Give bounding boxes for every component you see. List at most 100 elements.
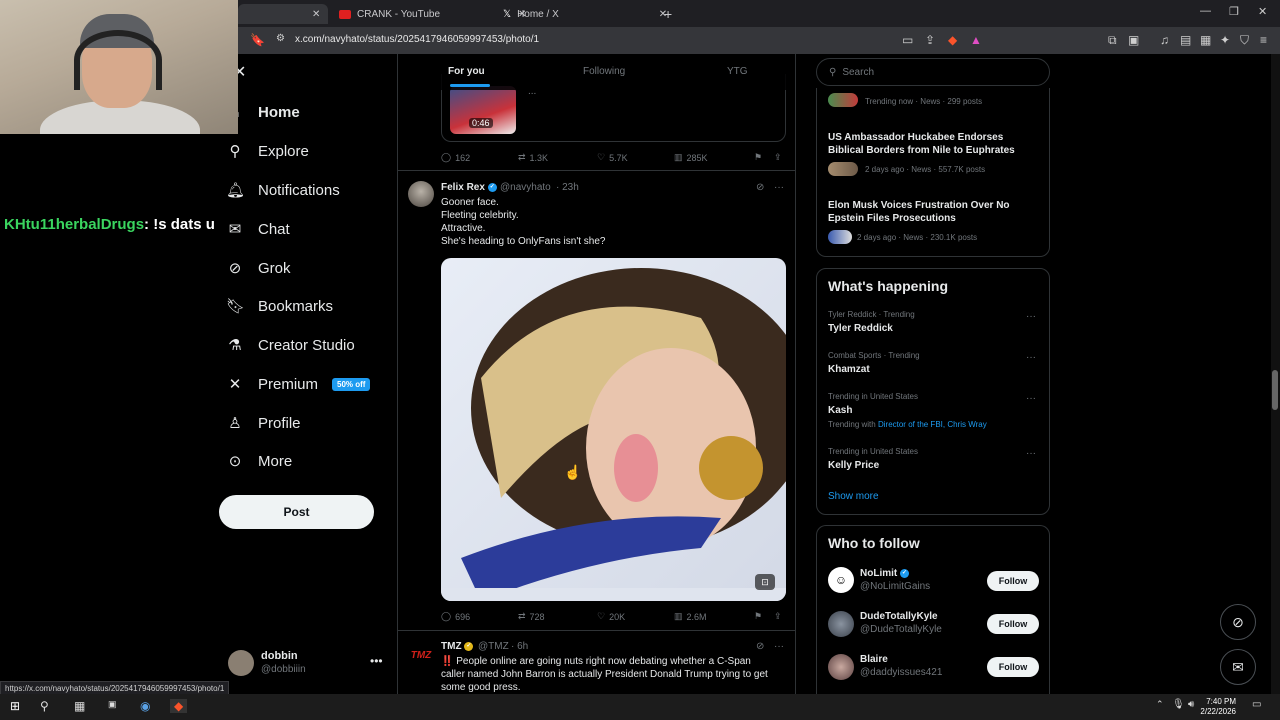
tray-chevron-icon[interactable]: ⌃ <box>1156 699 1164 710</box>
like-button[interactable]: ♡ 20K <box>597 611 625 622</box>
sidebar-item-more[interactable]: ⊙ More <box>226 446 292 476</box>
grok-icon[interactable]: ⊘ <box>756 641 764 652</box>
avatar[interactable]: TMZ <box>408 642 434 668</box>
leo-ai-icon[interactable]: ✦ <box>1220 33 1230 47</box>
account-name[interactable]: DudeTotallyKyle <box>860 610 938 623</box>
more-dots-icon[interactable]: ··· <box>1026 393 1036 404</box>
sidebar-item-grok[interactable]: ⊘ Grok <box>226 253 291 283</box>
more-dots-icon[interactable]: ••• <box>370 654 383 668</box>
scrollbar-thumb[interactable] <box>1272 370 1278 410</box>
trend-with-links[interactable]: Director of the FBI, Chris Wray <box>878 420 987 429</box>
microphone-icon[interactable]: 🎙︎ <box>1172 699 1185 710</box>
more-dots-icon[interactable]: ··· <box>774 641 784 652</box>
author-handle[interactable]: @navyhato <box>500 182 551 193</box>
tab-for-you[interactable]: For you <box>448 66 485 77</box>
share-icon[interactable]: ⇪ <box>774 611 782 622</box>
new-tab-icon[interactable]: + <box>664 4 672 24</box>
more-dots-icon[interactable]: ··· <box>1026 311 1036 322</box>
task-view-icon[interactable]: ▦ <box>74 699 85 713</box>
repost-button[interactable]: ⇄ 728 <box>518 611 545 622</box>
trend-name[interactable]: Khamzat <box>828 363 870 376</box>
extensions-icon[interactable]: ⧉ <box>1108 33 1117 48</box>
video-thumbnail[interactable]: 0:46 <box>450 86 516 134</box>
news-title[interactable]: Epstein Files Prosecutions <box>828 212 956 225</box>
news-title[interactable]: US Ambassador Huckabee Endorses <box>828 131 1003 144</box>
share-icon[interactable]: ⇪ <box>925 33 935 47</box>
wallet-icon[interactable]: ▣ <box>1128 33 1139 47</box>
reply-button[interactable]: ◯ 162 <box>441 152 470 163</box>
follow-button[interactable]: Follow <box>987 614 1039 634</box>
trend-name[interactable]: Kelly Price <box>828 459 879 472</box>
site-info-icon[interactable]: ⚙ <box>276 33 285 44</box>
url-field[interactable]: x.com/navyhato/status/202541794605999745… <box>295 34 539 45</box>
tab-active[interactable]: ✕ <box>238 4 328 24</box>
bookmark-page-icon[interactable]: 🔖 <box>250 33 265 47</box>
sidebar-item-chat[interactable]: ✉ Chat <box>226 214 290 244</box>
vpn-icon[interactable]: ⛉ <box>1240 33 1249 48</box>
views-button[interactable]: ▥ 2.6M <box>674 611 707 622</box>
volume-icon[interactable]: 🔊︎ <box>1188 699 1194 710</box>
like-button[interactable]: ♡ 5.7K <box>597 152 628 163</box>
news-title[interactable]: Biblical Borders from Nile to Euphrates <box>828 144 1015 157</box>
messages-fab-icon[interactable]: ✉ <box>1220 649 1256 685</box>
trend-name[interactable]: Tyler Reddick <box>828 322 893 335</box>
menu-icon[interactable]: ≡ <box>1260 33 1267 47</box>
search-input[interactable]: ⚲ Search <box>816 58 1050 86</box>
tab-x-home[interactable]: 𝕏 Home / X ✕ <box>503 4 667 24</box>
wallet-icon[interactable]: ▦ <box>1200 33 1211 47</box>
restore-icon[interactable]: ❐ <box>1229 5 1239 18</box>
brave-rewards-icon[interactable]: ▲ <box>970 33 982 47</box>
grok-fab-icon[interactable]: ⊘ <box>1220 604 1256 640</box>
account-name[interactable]: NoLimit ✓ <box>860 567 909 580</box>
close-tab-icon[interactable]: ✕ <box>312 9 320 20</box>
notifications-icon[interactable]: ▭ <box>1252 699 1261 710</box>
brave-shield-icon[interactable]: ◆ <box>948 33 957 47</box>
follow-button[interactable]: Follow <box>987 657 1039 677</box>
post-button[interactable]: Post <box>219 495 374 529</box>
sidebar-item-creator-studio[interactable]: ⚗ Creator Studio <box>226 330 354 360</box>
author-handle[interactable]: @TMZ <box>478 641 509 652</box>
minimize-icon[interactable]: — <box>1200 5 1211 17</box>
post-photo[interactable]: ⊡ <box>441 258 786 601</box>
more-dots-icon[interactable]: ··· <box>774 182 784 193</box>
account-name[interactable]: Blaire <box>860 653 888 666</box>
avatar[interactable]: ☺ <box>828 567 854 593</box>
brave-browser-icon[interactable]: ◆ <box>170 699 188 713</box>
trend-name[interactable]: Kash <box>828 404 852 417</box>
post-author[interactable]: Felix Rex ✓ <box>441 182 497 193</box>
account-switcher[interactable]: dobbin @dobbiiin ••• <box>226 648 386 680</box>
sidebar-item-profile[interactable]: ♙ Profile <box>226 408 300 438</box>
grok-icon[interactable]: ⊘ <box>756 182 764 193</box>
views-button[interactable]: ▥ 285K <box>674 152 708 163</box>
tab-following[interactable]: Following <box>583 66 625 77</box>
tab-youtube[interactable]: CRANK - YouTube ✕ <box>339 4 526 24</box>
alt-media-icon[interactable]: ⊡ <box>755 574 775 590</box>
avatar[interactable] <box>828 654 854 680</box>
follow-button[interactable]: Follow <box>987 571 1039 591</box>
search-icon[interactable]: ⚲ <box>40 699 49 713</box>
tab-ytg[interactable]: YTG <box>727 66 748 77</box>
sidebar-item-premium[interactable]: ✕ Premium 50% off <box>226 369 371 399</box>
more-dots-icon[interactable]: ··· <box>1026 352 1036 363</box>
steam-icon[interactable]: ◉ <box>140 699 150 713</box>
windows-start-icon[interactable]: ⊞ <box>10 699 20 713</box>
avatar[interactable] <box>408 181 434 207</box>
bookmark-icon[interactable]: ⚑ <box>754 611 762 622</box>
sidebar-toggle-icon[interactable]: ▤ <box>1180 33 1191 47</box>
bookmark-icon[interactable]: ⚑ <box>754 152 762 163</box>
sidebar-item-explore[interactable]: ⚲ Explore <box>226 136 309 166</box>
show-more-link[interactable]: Show more <box>828 491 879 502</box>
cast-icon[interactable]: ▭ <box>902 33 913 47</box>
system-clock[interactable]: 7:40 PM 2/22/2026 <box>1200 697 1236 717</box>
news-title[interactable]: Elon Musk Voices Frustration Over No <box>828 199 1010 212</box>
epic-games-icon[interactable]: ▣ <box>108 699 117 710</box>
post-author[interactable]: TMZ ✓ <box>441 641 474 652</box>
sidebar-item-notifications[interactable]: 🔔︎ Notifications <box>226 175 340 205</box>
post-time[interactable]: · 23h <box>556 182 579 193</box>
media-icon[interactable]: ♫ <box>1160 33 1169 47</box>
post-time[interactable]: · 6h <box>511 641 528 652</box>
repost-button[interactable]: ⇄ 1.3K <box>518 152 548 163</box>
share-icon[interactable]: ⇪ <box>774 152 782 163</box>
sidebar-item-bookmarks[interactable]: 🔖︎ Bookmarks <box>226 291 333 321</box>
reply-button[interactable]: ◯ 696 <box>441 611 470 622</box>
